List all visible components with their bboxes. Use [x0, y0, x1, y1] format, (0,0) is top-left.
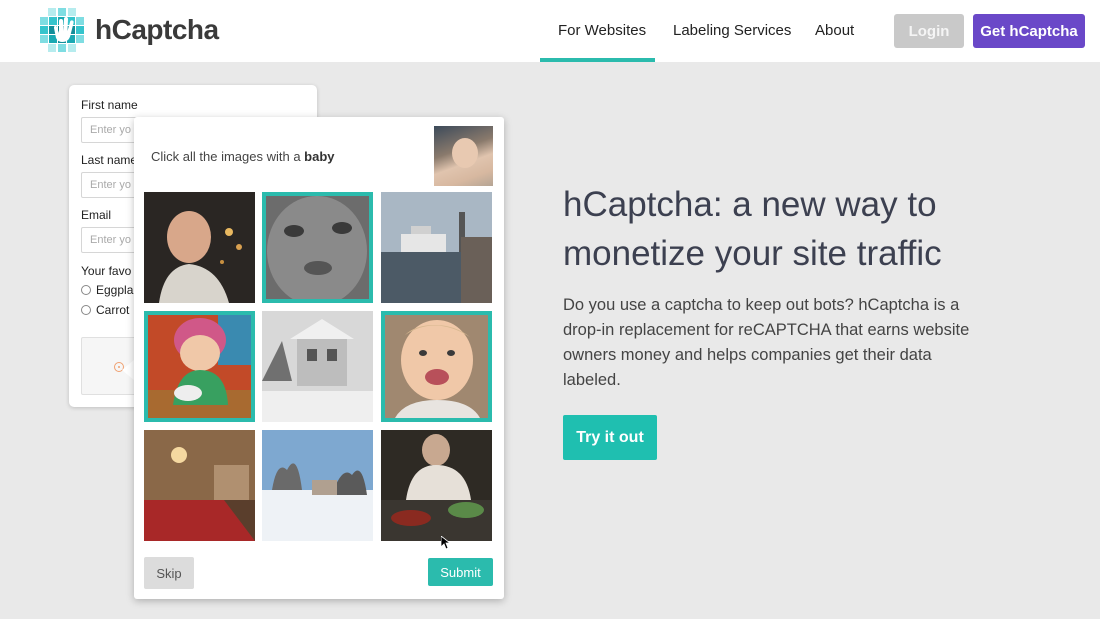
tile-baby-smiling[interactable]: [381, 311, 492, 422]
radio-carrot[interactable]: [81, 305, 91, 315]
nav-active-indicator: [540, 58, 655, 62]
tile-snowy-house[interactable]: [262, 311, 373, 422]
login-button[interactable]: Login: [894, 14, 964, 48]
nav-for-websites[interactable]: For Websites: [558, 22, 646, 39]
captcha-challenge-popup: Click all the images with a baby Skip Su…: [134, 117, 504, 599]
hero-description: Do you use a captcha to keep out bots? h…: [563, 296, 970, 389]
reference-image-baby: [434, 126, 493, 186]
submit-button[interactable]: Submit: [428, 558, 493, 586]
tile-harbor-ship[interactable]: [381, 192, 492, 303]
get-hcaptcha-button[interactable]: Get hCaptcha: [973, 14, 1085, 48]
hero-title-line-1: hCaptcha: a new way to: [563, 185, 937, 224]
hero-title-line-2: monetize your site traffic: [563, 234, 942, 273]
radio-eggplant[interactable]: [81, 285, 91, 295]
hcaptcha-logo-icon[interactable]: [40, 8, 86, 54]
radio-eggplant-label: Eggplar: [96, 283, 138, 297]
mouse-cursor-icon: [441, 536, 451, 550]
tile-kitchen-man[interactable]: [381, 430, 492, 541]
logo-text[interactable]: hCaptcha: [95, 14, 219, 46]
tile-bedroom[interactable]: [144, 430, 255, 541]
radio-carrot-label: Carrot: [96, 303, 130, 317]
prompt-prefix: Click all the images with a: [151, 149, 305, 164]
tile-baby-closeup[interactable]: [262, 192, 373, 303]
challenge-pointer-arrow: [122, 360, 134, 380]
challenge-prompt: Click all the images with a baby: [151, 149, 335, 164]
first-name-label: First name: [81, 98, 138, 112]
try-it-out-button[interactable]: Try it out: [563, 415, 657, 460]
last-name-label: Last name: [81, 153, 138, 167]
tile-man-portrait[interactable]: [144, 192, 255, 303]
tile-baby-pink-hat[interactable]: [144, 311, 255, 422]
favorite-label: Your favo: [81, 264, 132, 278]
nav-labeling-services[interactable]: Labeling Services: [673, 22, 791, 39]
top-header: hCaptcha For Websites Labeling Services …: [0, 0, 1100, 62]
hero-title: hCaptcha: a new way to monetize your sit…: [563, 180, 1083, 278]
nav-about[interactable]: About: [815, 22, 854, 39]
tile-snowy-garden[interactable]: [262, 430, 373, 541]
skip-button[interactable]: Skip: [144, 557, 194, 589]
email-label: Email: [81, 208, 112, 222]
prompt-target: baby: [304, 149, 335, 164]
